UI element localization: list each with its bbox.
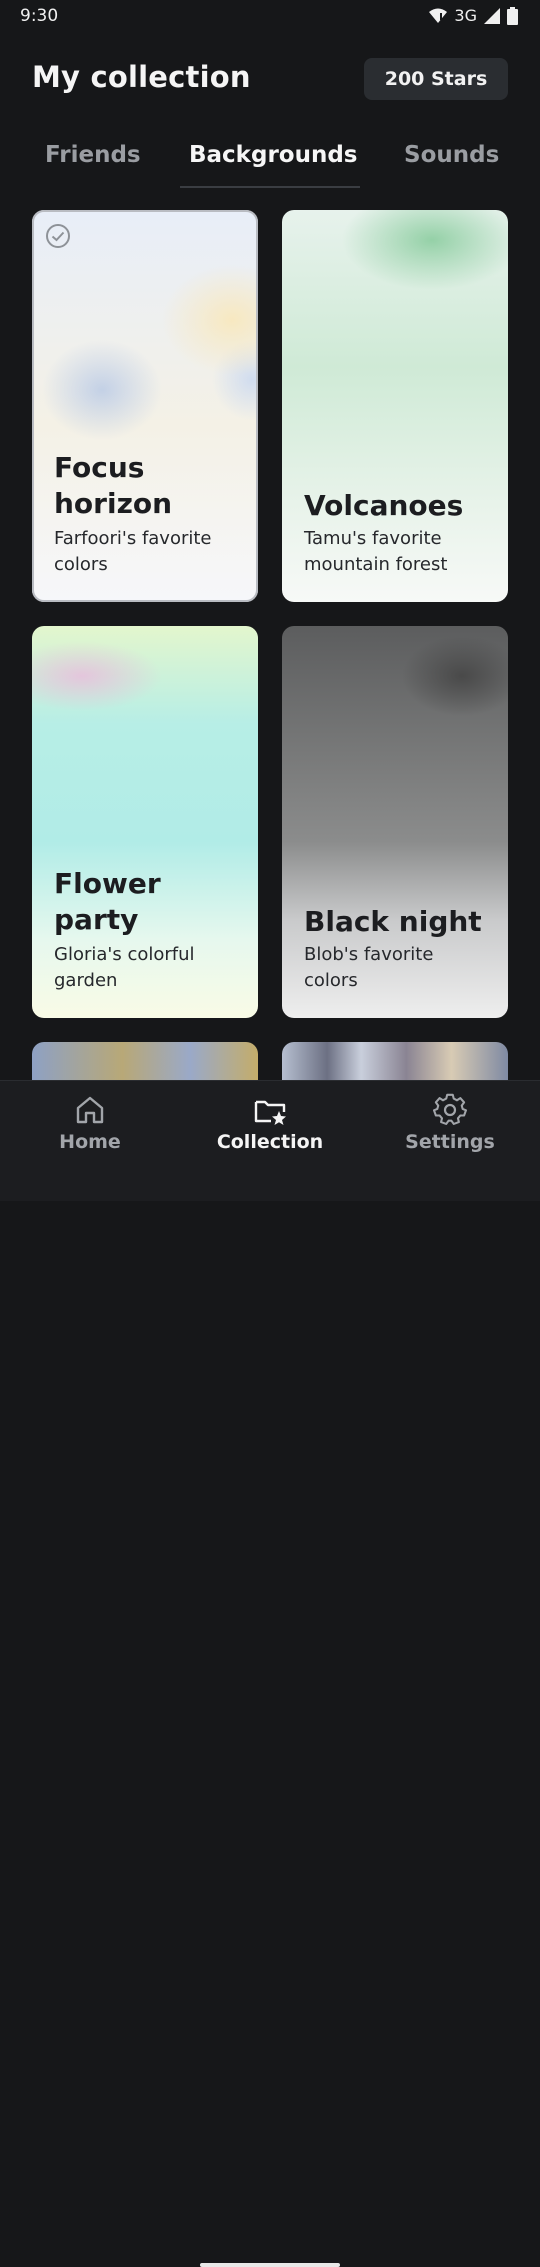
background-card-focus-horizon[interactable]: Focus horizon Farfoori's favorite colors [32,210,258,602]
nav-settings-label: Settings [405,1131,495,1153]
card-description: Farfoori's favorite colors [54,528,212,575]
background-card-volcanoes[interactable]: Volcanoes Tamu's favorite mountain fores… [282,210,508,602]
tab-backgrounds[interactable]: Backgrounds [189,142,358,168]
battery-icon [507,6,518,25]
card-title: Focus horizon [54,451,173,520]
card-description: Blob's favorite colors [304,944,434,991]
nav-settings[interactable]: Settings [360,1093,540,1153]
card-title: Black night [304,905,482,938]
card-title: Volcanoes [304,489,464,522]
card-description: Gloria's colorful garden [54,944,195,991]
header: My collection 200 Stars [0,50,540,110]
background-card-black-night[interactable]: Black night Blob's favorite colors [282,626,508,1018]
tab-bar: Friends Backgrounds Sounds [0,132,540,192]
card-description: Tamu's favorite mountain forest [304,528,448,575]
nav-home-label: Home [59,1131,121,1153]
status-icons: 3G [428,6,518,25]
backgrounds-grid: Focus horizon Farfoori's favorite colors… [32,210,508,1080]
active-tab-indicator [180,186,360,188]
background-card-partial[interactable] [282,1042,508,1080]
wifi-icon [429,8,448,23]
tab-sounds[interactable]: Sounds [404,142,499,168]
nav-collection[interactable]: Collection [180,1093,360,1153]
network-label: 3G [454,6,477,25]
folder-star-icon [254,1100,286,1125]
background-card-flower-party[interactable]: Flower party Gloria's colorful garden [32,626,258,1018]
gesture-handle[interactable] [200,2263,340,2267]
page-title: My collection [32,60,251,94]
background-card-partial[interactable] [32,1042,258,1080]
nav-collection-label: Collection [216,1131,324,1153]
status-bar: 9:30 3G [0,0,540,34]
signal-icon [484,7,500,24]
status-time: 9:30 [20,6,59,26]
tab-friends[interactable]: Friends [45,142,141,168]
bottom-navigation: Home Collection Settings [0,1080,540,2267]
nav-home[interactable]: Home [0,1093,180,1153]
check-circle-icon [46,224,70,248]
gear-icon [433,1093,467,1125]
card-title: Flower party [54,867,161,936]
home-icon [76,1096,104,1124]
stars-button[interactable]: 200 Stars [364,58,508,100]
